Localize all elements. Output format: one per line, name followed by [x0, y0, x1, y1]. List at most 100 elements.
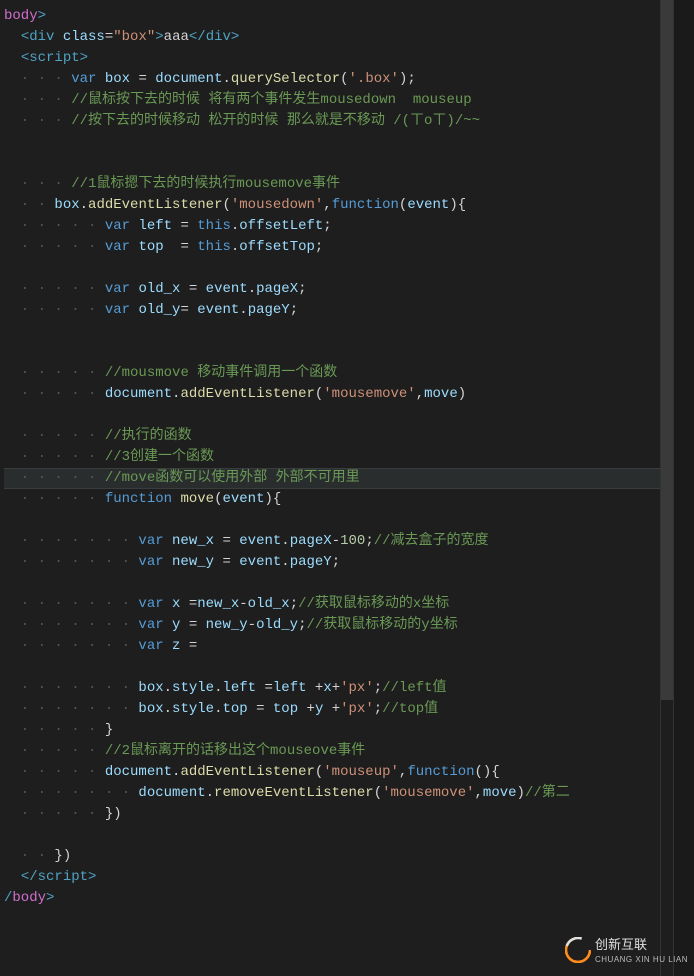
code-line[interactable]: · · · · · document.addEventListener('mou… [4, 762, 660, 783]
token: > [38, 8, 46, 24]
token: + [332, 680, 340, 696]
code-line[interactable]: · · · var box = document.querySelector('… [4, 69, 660, 90]
token: = [130, 71, 155, 87]
token: function [332, 197, 399, 213]
code-area[interactable]: body> <div class="box">aaa</div> <script… [0, 0, 660, 976]
indent-guides: · · · · · · · [4, 785, 138, 801]
code-line[interactable] [4, 132, 660, 153]
token: ( [340, 71, 348, 87]
code-line[interactable]: · · · · · · · var new_x = event.pageX-10… [4, 531, 660, 552]
token: - [248, 617, 256, 633]
code-line[interactable] [4, 405, 660, 426]
token: var [138, 596, 172, 612]
token: < [21, 50, 29, 66]
code-line[interactable]: · · · · · · · document.removeEventListen… [4, 783, 660, 804]
code-line[interactable] [4, 258, 660, 279]
code-line[interactable]: · · · · · //执行的函数 [4, 426, 660, 447]
token: . [80, 197, 88, 213]
token: ( [222, 197, 230, 213]
indent-guides: · · · · · [4, 239, 105, 255]
code-line[interactable]: body> [4, 6, 660, 27]
code-line[interactable]: · · · //按下去的时候移动 松开的时候 那么就是不移动 /(ㄒoㄒ)/~~ [4, 111, 660, 132]
code-line[interactable]: · · · //鼠标按下去的时候 将有两个事件发生mousedown mouse… [4, 90, 660, 111]
token: { [458, 197, 466, 213]
code-line[interactable]: · · · · · · · var x =new_x-old_x;//获取鼠标移… [4, 594, 660, 615]
minimap-edge [674, 0, 694, 976]
token: //获取鼠标移动的y坐标 [307, 617, 458, 633]
token: ) [517, 785, 525, 801]
token: ; [290, 302, 298, 318]
code-line[interactable] [4, 657, 660, 678]
token: 'px' [340, 701, 374, 717]
logo-icon [565, 937, 591, 963]
indent-guides: · · · · · [4, 386, 105, 402]
token: new_y [206, 617, 248, 633]
token: . [248, 281, 256, 297]
code-line[interactable]: · · · · · var left = this.offsetLeft; [4, 216, 660, 237]
token: 'px' [340, 680, 374, 696]
code-line[interactable]: · · · · · //mousmove 移动事件调用一个函数 [4, 363, 660, 384]
code-line[interactable]: · · · · · · · box.style.top = top +y +'p… [4, 699, 660, 720]
token: = [105, 29, 113, 45]
token: pageX [256, 281, 298, 297]
code-line[interactable]: /body> [4, 888, 660, 909]
token: move [424, 386, 458, 402]
token: ; [315, 239, 323, 255]
token: box [105, 71, 130, 87]
code-line[interactable]: · · · · · · · var y = new_y-old_y;//获取鼠标… [4, 615, 660, 636]
token: new_y [172, 554, 214, 570]
code-line[interactable]: · · box.addEventListener('mousedown',fun… [4, 195, 660, 216]
token: this [197, 218, 231, 234]
code-line[interactable]: · · }) [4, 846, 660, 867]
token: , [416, 386, 424, 402]
code-line[interactable]: · · · · · }) [4, 804, 660, 825]
indent-guides: · · · [4, 92, 71, 108]
code-line[interactable]: · · · · · //move函数可以使用外部 外部不可用里 [4, 468, 660, 489]
code-line[interactable]: · · · · · //3创建一个函数 [4, 447, 660, 468]
token: , [475, 785, 483, 801]
code-line[interactable]: · · · · · document.addEventListener('mou… [4, 384, 660, 405]
token: . [281, 533, 289, 549]
token: - [332, 533, 340, 549]
token: ( [374, 785, 382, 801]
code-line[interactable]: · · · //1鼠标摁下去的时候执行mousemove事件 [4, 174, 660, 195]
scrollbar-thumb[interactable] [661, 0, 673, 700]
indent-guides [4, 50, 21, 66]
token: ; [374, 680, 382, 696]
token: pageX [290, 533, 332, 549]
code-line[interactable]: <script> [4, 48, 660, 69]
indent-guides: · · · · · · · [4, 554, 138, 570]
token: = [180, 617, 205, 633]
vertical-scrollbar[interactable] [660, 0, 674, 976]
token: //move函数可以使用外部 外部不可用里 [105, 470, 360, 486]
code-line[interactable]: · · · · · var old_y= event.pageY; [4, 300, 660, 321]
code-line[interactable]: · · · · · · · var z = [4, 636, 660, 657]
token: offsetLeft [239, 218, 323, 234]
code-line[interactable] [4, 573, 660, 594]
code-line[interactable]: <div class="box">aaa</div> [4, 27, 660, 48]
token: > [231, 29, 239, 45]
code-line[interactable]: · · · · · } [4, 720, 660, 741]
code-line[interactable]: · · · · · //2鼠标离开的话移出这个mouseove事件 [4, 741, 660, 762]
code-line[interactable] [4, 342, 660, 363]
code-line[interactable] [4, 321, 660, 342]
code-line[interactable]: · · · · · function move(event){ [4, 489, 660, 510]
code-line[interactable] [4, 153, 660, 174]
code-line[interactable] [4, 510, 660, 531]
code-line[interactable] [4, 825, 660, 846]
code-line[interactable]: · · · · · · · box.style.left =left +x+'p… [4, 678, 660, 699]
token: //第二 [525, 785, 570, 801]
code-line[interactable]: · · · · · var old_x = event.pageX; [4, 279, 660, 300]
code-line[interactable]: · · · · · · · var new_y = event.pageY; [4, 552, 660, 573]
token: ); [399, 71, 416, 87]
code-line[interactable]: · · · · · var top = this.offsetTop; [4, 237, 660, 258]
indent-guides: · · · · · [4, 428, 105, 444]
token: box [54, 197, 79, 213]
code-line[interactable]: </script> [4, 867, 660, 888]
token: event [407, 197, 449, 213]
token: new_x [172, 533, 214, 549]
indent-guides: · · · [4, 71, 71, 87]
indent-guides: · · · · · · · [4, 533, 138, 549]
token: top [138, 239, 163, 255]
token: move [483, 785, 517, 801]
